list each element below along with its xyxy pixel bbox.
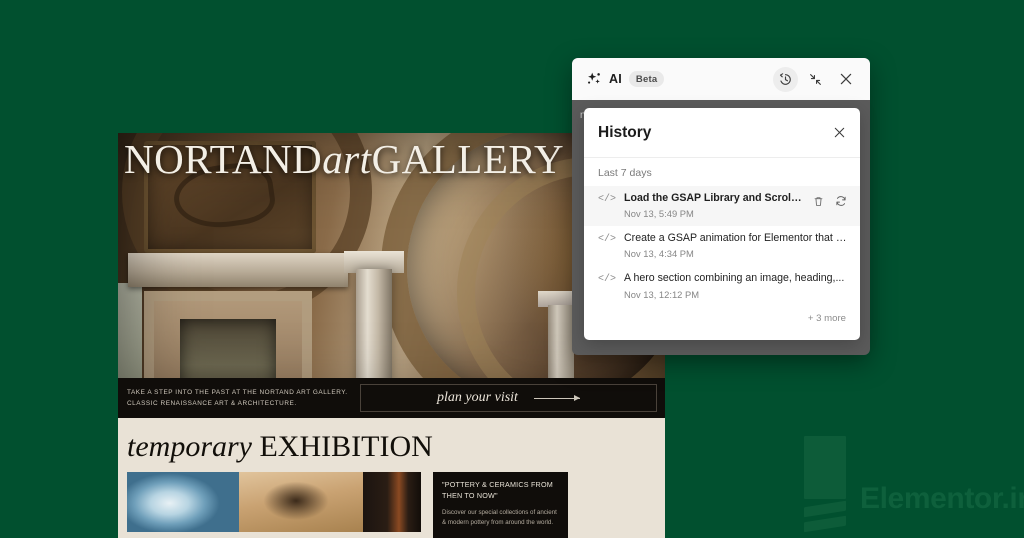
hero-title-part1: NORTAND [124, 136, 323, 182]
cta-button-label: plan your visit [437, 390, 518, 405]
ai-panel-header: AI Beta [572, 58, 870, 100]
show-more-button[interactable]: + 3 more [584, 307, 860, 334]
minimize-icon [810, 73, 821, 85]
exhibition-section: temporary EXHIBITION "POTTERY & CERAMICS… [118, 418, 665, 538]
hero-cta-bar: TAKE A STEP INTO THE PAST AT THE NORTAND… [118, 378, 665, 418]
hero-title-part2: GALLERY [371, 136, 565, 182]
close-panel-button[interactable] [833, 67, 858, 92]
exhibition-title-italic: temporary [127, 430, 252, 463]
history-title: History [598, 123, 652, 141]
history-item[interactable]: </> Create a GSAP animation for Elemento… [584, 226, 860, 266]
history-item-time: Nov 13, 4:34 PM [624, 248, 694, 260]
exhibition-gallery: "POTTERY & CERAMICS FROM THEN TO NOW" Di… [127, 472, 665, 538]
code-icon: </> [598, 194, 617, 205]
watermark-text: Elementor.ir [860, 482, 1024, 515]
history-item-actions [812, 194, 848, 213]
card-body: Discover our special collections of anci… [442, 508, 557, 526]
card-heading: "POTTERY & CERAMICS FROM THEN TO NOW" [442, 480, 553, 500]
history-item[interactable]: </> A hero section combining an image, h… [584, 266, 860, 306]
history-group-label: Last 7 days [598, 167, 652, 179]
elementor-logo-mark [804, 436, 850, 533]
exhibition-title-rest: EXHIBITION [259, 430, 433, 463]
minimize-button[interactable] [803, 67, 828, 92]
history-header: History [584, 108, 860, 158]
history-item-time: Nov 13, 12:12 PM [624, 288, 700, 300]
delete-icon [814, 196, 823, 206]
exhibition-title: temporary EXHIBITION [127, 432, 665, 462]
history-button[interactable] [773, 66, 798, 92]
history-popup: History Last 7 days </> Load the GSAP Li… [584, 108, 860, 340]
hero-title-italic: art [322, 136, 372, 182]
arrow-right-icon [533, 395, 580, 401]
history-item-label: Load the GSAP Library and ScrollT... [624, 192, 804, 204]
cta-description: TAKE A STEP INTO THE PAST AT THE NORTAND… [127, 388, 348, 407]
exhibition-info-card: "POTTERY & CERAMICS FROM THEN TO NOW" Di… [433, 472, 568, 538]
exhibition-image-pottery [239, 472, 363, 532]
restore-history-button[interactable] [834, 194, 848, 213]
history-item-label: A hero section combining an image, headi… [624, 272, 845, 285]
history-item-time: Nov 13, 5:49 PM [624, 208, 694, 220]
ai-brand: AI Beta [586, 71, 665, 87]
history-item[interactable]: </> Load the GSAP Library and ScrollT...… [584, 186, 860, 227]
sparkle-icon [588, 72, 600, 84]
ai-panel-actions [773, 66, 858, 92]
ai-label: AI [609, 72, 622, 86]
exhibition-image-dark [363, 472, 421, 532]
elementor-watermark: Elementor.ir [800, 434, 1024, 538]
history-icon [779, 72, 791, 85]
close-icon [840, 73, 851, 85]
close-history-button[interactable] [832, 125, 847, 140]
restore-icon [836, 196, 846, 206]
history-item-label: Create a GSAP animation for Elementor th… [624, 232, 848, 245]
close-icon [834, 127, 845, 138]
plan-your-visit-button[interactable]: plan your visit [360, 384, 657, 412]
beta-badge: Beta [628, 71, 665, 87]
code-icon: </> [598, 234, 617, 246]
code-icon: </> [598, 274, 617, 286]
delete-history-button[interactable] [812, 195, 825, 213]
exhibition-image-ceramic [127, 472, 239, 532]
